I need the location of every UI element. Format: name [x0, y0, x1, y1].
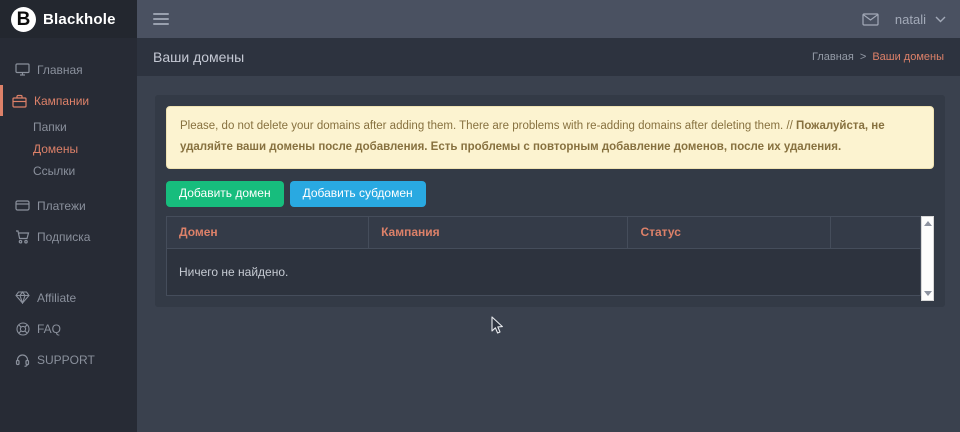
sidebar-item-label: SUPPORT — [37, 353, 95, 367]
sidebar-item-domains[interactable]: Домены — [0, 138, 137, 160]
sidebar-item-links[interactable]: Ссылки — [0, 160, 137, 182]
column-header-campaign[interactable]: Кампания — [369, 216, 628, 248]
sidebar-item-label: Ссылки — [33, 164, 75, 178]
sidebar-item-label: Кампании — [34, 94, 89, 108]
sidebar-item-label: Платежи — [37, 199, 86, 213]
credit-card-icon — [15, 198, 30, 213]
brand-name: Blackhole — [43, 11, 116, 28]
envelope-icon[interactable] — [862, 13, 879, 26]
hamburger-icon[interactable] — [151, 9, 171, 29]
breadcrumb-separator: > — [860, 51, 866, 63]
add-subdomain-button[interactable]: Добавить субдомен — [290, 181, 426, 206]
sidebar-item-support[interactable]: SUPPORT — [0, 344, 137, 375]
brand-logo[interactable]: B Blackhole — [0, 0, 137, 38]
table-header-row: Домен Кампания Статус — [167, 216, 921, 248]
column-header-actions — [831, 216, 921, 248]
brand-logo-icon: B — [11, 7, 36, 32]
sidebar-nav: Главная Кампании Папки Домены Ссылки — [0, 38, 137, 375]
breadcrumb: Главная > Ваши домены — [812, 51, 944, 63]
user-menu[interactable]: natali — [895, 12, 946, 27]
sidebar-item-campaigns[interactable]: Кампании — [0, 85, 137, 116]
column-header-status[interactable]: Статус — [628, 216, 831, 248]
table-row: Ничего не найдено. — [167, 248, 921, 295]
lifebuoy-icon — [15, 321, 30, 336]
empty-table-message: Ничего не найдено. — [167, 248, 921, 295]
sidebar-item-payments[interactable]: Платежи — [0, 190, 137, 221]
sidebar-item-faq[interactable]: FAQ — [0, 313, 137, 344]
alert-text-en: Please, do not delete your domains after… — [180, 120, 793, 132]
page-title: Ваши домены — [153, 49, 244, 65]
sidebar-item-subscription[interactable]: Подписка — [0, 221, 137, 252]
breadcrumb-home-link[interactable]: Главная — [812, 51, 854, 63]
briefcase-icon — [12, 93, 27, 108]
sidebar-item-label: Папки — [33, 120, 67, 134]
monitor-icon — [15, 62, 30, 77]
topbar: natali — [137, 0, 960, 38]
warning-alert: Please, do not delete your domains after… — [166, 106, 934, 169]
sidebar-item-label: FAQ — [37, 322, 61, 336]
scroll-up-icon[interactable] — [924, 221, 932, 226]
sidebar: B Blackhole Главная Кампании Папки Домен… — [0, 0, 137, 432]
sidebar-item-label: Главная — [37, 63, 83, 77]
add-domain-button[interactable]: Добавить домен — [166, 181, 284, 206]
sidebar-item-label: Домены — [33, 142, 78, 156]
cart-icon — [15, 229, 30, 244]
user-name: natali — [895, 12, 926, 27]
sidebar-item-folders[interactable]: Папки — [0, 116, 137, 138]
headset-icon — [15, 352, 30, 367]
sidebar-item-label: Affiliate — [37, 291, 76, 305]
domains-table-wrap: Домен Кампания Статус Ничего не найдено. — [166, 216, 934, 296]
scroll-down-icon[interactable] — [924, 291, 932, 296]
toolbar: Добавить домен Добавить субдомен — [166, 181, 934, 206]
breadcrumb-current: Ваши домены — [872, 51, 944, 63]
gem-icon — [15, 290, 30, 305]
sidebar-item-label: Подписка — [37, 230, 90, 244]
titlebar: Ваши домены Главная > Ваши домены — [137, 38, 960, 76]
table-scrollbar[interactable] — [921, 216, 934, 301]
column-header-domain[interactable]: Домен — [167, 216, 369, 248]
sidebar-item-home[interactable]: Главная — [0, 54, 137, 85]
content-panel: Please, do not delete your domains after… — [155, 95, 945, 307]
chevron-down-icon — [935, 16, 946, 23]
sidebar-item-affiliate[interactable]: Affiliate — [0, 282, 137, 313]
domains-table: Домен Кампания Статус Ничего не найдено. — [166, 216, 921, 296]
main-content: Please, do not delete your domains after… — [137, 76, 960, 432]
